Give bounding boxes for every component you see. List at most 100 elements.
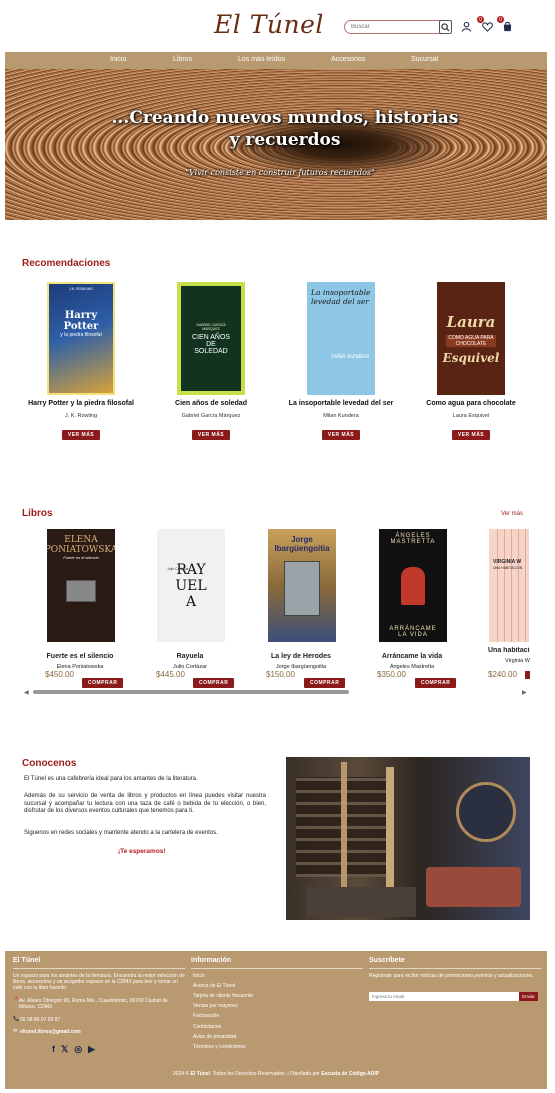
price: $240.00	[488, 670, 517, 679]
product-info: Arráncame la vida Ángeles Mastretta	[337, 647, 487, 670]
cover-title: VIRGINIA W	[493, 559, 522, 565]
price: $445.00	[156, 670, 185, 679]
youtube-icon[interactable]: ▶	[88, 1044, 95, 1055]
about-cta: ¡Te esperamos!	[118, 848, 166, 855]
nav-inicio[interactable]: Inicio	[110, 56, 126, 63]
nav-mas-leidos[interactable]: Los más leídos	[238, 56, 285, 63]
search-button[interactable]	[439, 20, 452, 34]
nav-accesorios[interactable]: Accesorios	[331, 56, 365, 63]
instagram-icon[interactable]: ◎	[74, 1044, 82, 1055]
social-links: f 𝕏 ◎ ▶	[52, 1044, 95, 1055]
comprar-button[interactable]: COMPRAR	[82, 678, 124, 688]
book-cover[interactable]: ELENA PONIATOWSKA Fuerte es el silencio	[47, 529, 115, 642]
user-button[interactable]	[460, 20, 473, 33]
footer-email[interactable]: eltunel.libros@gmail.com	[20, 1029, 81, 1035]
phone-icon: 📞	[13, 1016, 20, 1022]
x-icon[interactable]: 𝕏	[61, 1044, 68, 1055]
footer-link[interactable]: Términos y condiciones	[193, 1044, 246, 1050]
price: $150.00	[266, 670, 295, 679]
footer-link[interactable]: Aviso de privacidad	[193, 1034, 236, 1040]
book-cover[interactable]: Laura COMO AGUA PARA CHOCOLATE Esquivel	[437, 282, 505, 395]
comprar-button[interactable]: COMPRAR	[415, 678, 457, 688]
ver-mas-button[interactable]: VER MÁS	[451, 430, 491, 440]
book-cover[interactable]: Julio Cortázar RAYUELA	[157, 529, 225, 642]
hero-quote: "Vivir consiste en construir futuros rec…	[185, 168, 375, 177]
book-author: J. K. Rowling	[64, 413, 98, 419]
ver-mas-button[interactable]: VER MÁS	[61, 430, 101, 440]
book-title: Harry Potter y la piedra filosofal	[28, 400, 134, 407]
ver-mas-button[interactable]: VER MÁS	[191, 430, 231, 440]
subscribe-button[interactable]: Enviar	[519, 992, 538, 1001]
product-card[interactable]: Julio Cortázar RAYUELA	[115, 529, 225, 642]
wishlist-button[interactable]: 0	[477, 16, 494, 33]
carousel-scrollbar[interactable]	[33, 690, 349, 694]
nav-sucursal[interactable]: Sucursal	[411, 56, 438, 63]
scroll-right-icon[interactable]: ▶	[522, 689, 527, 696]
main-nav: Inicio Libros Los más leídos Accesorios …	[5, 52, 547, 69]
subscribe-email-input[interactable]	[369, 992, 519, 1001]
cart-button[interactable]: 0	[497, 16, 514, 33]
comprar-button[interactable]	[525, 671, 530, 679]
cover-title: CIEN AÑOS DE SOLEDAD	[191, 333, 231, 355]
cart-badge: 0	[497, 16, 504, 23]
book-cover[interactable]: VIRGINIA W UNA HABITACIÓN	[489, 529, 529, 642]
footer-description: Un espacio para los amantes de la litera…	[13, 973, 185, 991]
libros-title: Libros	[22, 508, 53, 519]
cover-title: ELENA PONIATOWSKA	[47, 535, 115, 555]
footer-link[interactable]: Contáctanos	[193, 1024, 221, 1030]
comprar-button[interactable]: COMPRAR	[193, 678, 235, 688]
footer-link[interactable]: Acerca de El Túnel	[193, 983, 235, 989]
facebook-icon[interactable]: f	[52, 1044, 55, 1055]
book-cover[interactable]: J.K. ROWLING Harry Potter y la piedra fi…	[47, 282, 115, 395]
product-info: Una habitación Virginia W	[488, 647, 530, 664]
site-header: El Túnel 0 0	[0, 0, 555, 52]
book-cover[interactable]: Jorge Ibargüengoitia	[268, 529, 336, 642]
cover-title: La insoportable levedad del ser	[311, 288, 371, 306]
scroll-left-icon[interactable]: ◀	[24, 689, 29, 696]
ver-mas-link[interactable]: Ver más	[501, 511, 523, 517]
nav-libros[interactable]: Libros	[173, 56, 192, 63]
footer-link[interactable]: Inicio	[193, 973, 205, 979]
footer-link[interactable]: Tarjeta de cliente frecuente	[193, 993, 253, 999]
product-card[interactable]: ÁNGELES MASTRETTA ARRÁNCAME LA VIDA	[337, 529, 447, 642]
product-card[interactable]: ELENA PONIATOWSKA Fuerte es el silencio	[5, 529, 115, 642]
price: $350.00	[377, 670, 406, 679]
footer-link[interactable]: Ventas por mayoreo	[193, 1003, 238, 1009]
book-cover[interactable]: La insoportable levedad del ser milan ku…	[307, 282, 375, 395]
rec-card[interactable]: GABRIEL GARCÍA MÁRQUEZ CIEN AÑOS DE SOLE…	[156, 282, 266, 441]
book-cover[interactable]: ÁNGELES MASTRETTA ARRÁNCAME LA VIDA	[379, 529, 447, 642]
hero-banner: ...Creando nuevos mundos, historias y re…	[5, 69, 547, 220]
cover-title: Jorge Ibargüengoitia	[274, 535, 330, 553]
cover-subtitle: Esquivel	[442, 350, 500, 365]
book-author: Virginia W	[505, 658, 530, 664]
book-title: Una habitación	[488, 647, 530, 654]
about-paragraph: El Túnel es una cafebrería ideal para lo…	[24, 776, 198, 782]
ver-mas-button[interactable]: VER MÁS	[321, 430, 361, 440]
user-icon	[461, 21, 472, 32]
cover-title: ÁNGELES MASTRETTA	[390, 533, 436, 545]
store-photo	[286, 757, 530, 920]
site-logo[interactable]: El Túnel	[214, 10, 324, 39]
search-input[interactable]	[345, 24, 435, 30]
cover-top-text: GABRIEL GARCÍA MÁRQUEZ	[196, 322, 226, 331]
cover-title: Harry Potter	[63, 309, 99, 332]
rec-card[interactable]: J.K. ROWLING Harry Potter y la piedra fi…	[26, 282, 136, 441]
book-title: Cien años de soledad	[175, 400, 247, 407]
cover-subtitle: UNA HABITACIÓN	[493, 566, 523, 570]
rec-card[interactable]: La insoportable levedad del ser milan ku…	[286, 282, 396, 441]
cover-subtitle: ARRÁNCAME LA VIDA	[389, 626, 437, 638]
comprar-button[interactable]: COMPRAR	[304, 678, 346, 688]
book-author: Gabriel García Márquez	[181, 413, 241, 419]
footer-link[interactable]: Facturación	[193, 1013, 219, 1019]
footer-phone: 56 98 89 07 99 87	[20, 1017, 61, 1023]
rec-card[interactable]: Laura COMO AGUA PARA CHOCOLATE Esquivel …	[416, 282, 526, 441]
cover-subtitle: y la piedra filosofal	[60, 331, 102, 338]
book-title: Como agua para chocolate	[426, 400, 516, 407]
footer-subscribe-title: Suscríbete	[369, 957, 405, 964]
conocenos-title: Conocenos	[22, 758, 77, 769]
cover-subtitle: milan kundera	[331, 354, 369, 360]
book-cover[interactable]: GABRIEL GARCÍA MÁRQUEZ CIEN AÑOS DE SOLE…	[177, 282, 245, 395]
product-card[interactable]: Jorge Ibargüengoitia	[226, 529, 336, 642]
cover-top-text: Julio Cortázar	[167, 567, 189, 571]
search-icon	[441, 22, 450, 32]
